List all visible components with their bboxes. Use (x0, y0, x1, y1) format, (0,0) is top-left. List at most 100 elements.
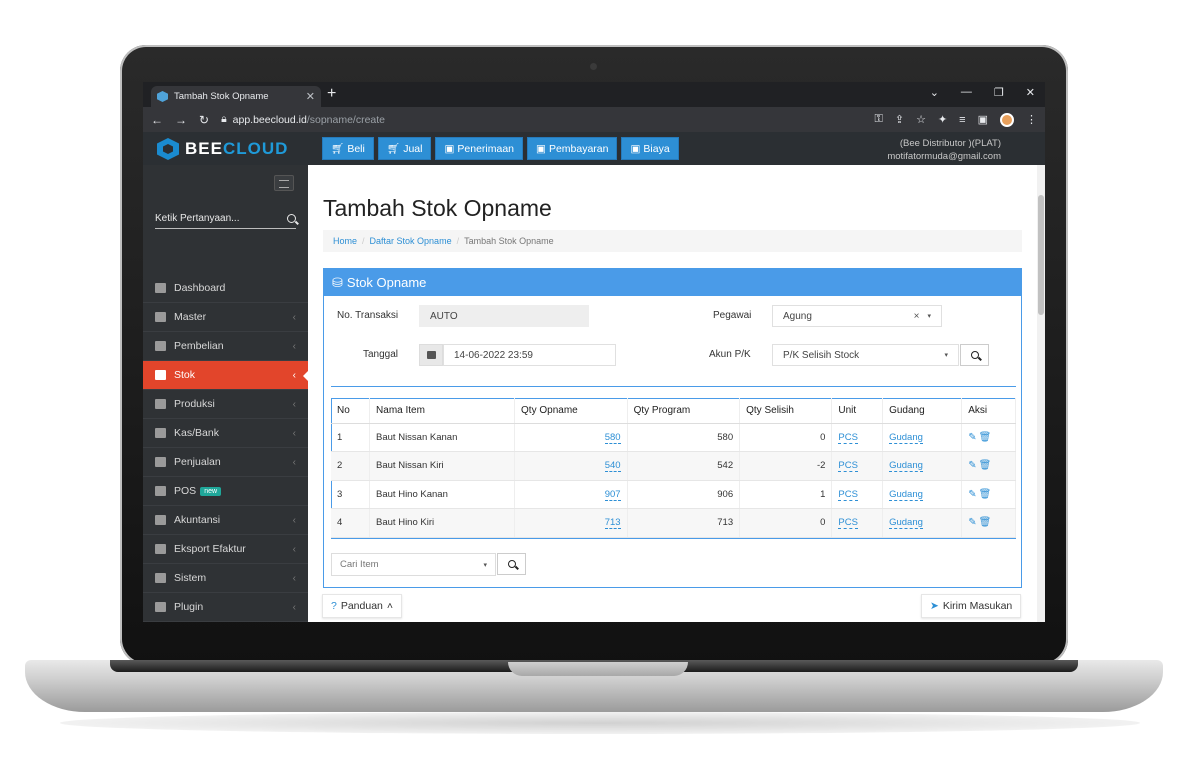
chevron-left-icon: ‹ (292, 543, 296, 555)
breadcrumb-home[interactable]: Home (333, 236, 357, 246)
sidebar-item-kasbank[interactable]: Kas/Bank ‹ (143, 419, 308, 448)
sidebar-item-penjualan[interactable]: Penjualan ‹ (143, 448, 308, 477)
scrollbar[interactable] (1037, 165, 1045, 622)
trash-icon[interactable]: 🗑︎ (979, 460, 994, 471)
calendar-icon[interactable] (419, 344, 443, 366)
trash-icon[interactable]: 🗑︎ (979, 517, 994, 528)
sidebar-item-akuntansi[interactable]: Akuntansi ‹ (143, 506, 308, 535)
chevron-left-icon: ‹ (292, 456, 296, 468)
beli-button[interactable]: 🛒︎ Beli (322, 137, 374, 160)
pegawai-select[interactable]: Agung × ▾ (772, 305, 942, 327)
biaya-button[interactable]: ▣ Biaya (621, 137, 679, 160)
reload-icon[interactable]: ↻ (199, 113, 209, 127)
sidebar-item-dashboard[interactable]: Dashboard (143, 274, 308, 303)
unit-editable[interactable]: PCS (838, 517, 858, 530)
tanggal-field[interactable]: 14-06-2022 23:59 (443, 344, 616, 366)
chevron-left-icon: ‹ (292, 572, 296, 584)
cari-item-select[interactable]: Cari Item ▾ (331, 553, 496, 576)
panduan-label: Panduan (340, 600, 383, 612)
beecloud-logo[interactable]: BEECLOUD (157, 138, 288, 160)
profile-avatar[interactable] (1000, 112, 1014, 127)
unit-editable[interactable]: PCS (838, 431, 858, 444)
chevron-down-icon[interactable]: ⌄ (930, 86, 939, 99)
pegawai-label: Pegawai (713, 310, 752, 321)
qty-opname-editable[interactable]: 580 (604, 431, 621, 444)
scrollbar-thumb[interactable] (1038, 195, 1044, 315)
laptop-screen: Tambah Stok Opname ✕ + ⌄ — ❐ ✕ ← → ↻ 🔒︎ … (143, 82, 1045, 622)
clear-icon[interactable]: × (914, 311, 920, 322)
chart-icon (155, 515, 166, 525)
cart-icon (155, 457, 166, 467)
close-tab-icon[interactable]: ✕ (306, 90, 315, 103)
sidebar-item-plugin[interactable]: Plugin ‹ (143, 593, 308, 622)
sidebar-item-sistem[interactable]: Sistem ‹ (143, 564, 308, 593)
sidebar-item-produksi[interactable]: Produksi ‹ (143, 390, 308, 419)
penerimaan-button[interactable]: ▣ Penerimaan (435, 137, 524, 160)
unit-editable[interactable]: PCS (838, 460, 858, 473)
restore-icon[interactable]: ❐ (994, 86, 1004, 99)
back-icon[interactable]: ← (151, 113, 163, 127)
caret-down-icon[interactable]: ▾ (483, 561, 487, 569)
chevron-left-icon: ‹ (292, 514, 296, 526)
qty-opname-editable[interactable]: 713 (604, 517, 621, 530)
sidebar-item-master[interactable]: Master ‹ (143, 303, 308, 332)
gudang-editable[interactable]: Gudang (889, 517, 923, 530)
address-bar[interactable]: 🔒︎ app.beecloud.id/sopname/create (221, 113, 385, 126)
cari-item-search-button[interactable] (497, 553, 526, 575)
sidebar-item-pos[interactable]: POS new (143, 477, 308, 506)
jual-button[interactable]: 🛒︎ Jual (377, 137, 432, 160)
star-icon[interactable]: ☆ (916, 113, 926, 126)
browser-tabbar: Tambah Stok Opname ✕ + ⌄ — ❐ ✕ (143, 82, 1045, 107)
extensions-icon[interactable]: ✦ (938, 113, 947, 126)
edit-icon[interactable]: ✎ (968, 432, 978, 443)
caret-down-icon[interactable]: ▾ (944, 351, 948, 359)
unit-editable[interactable]: PCS (838, 488, 858, 501)
menu-toggle-icon[interactable] (274, 175, 294, 191)
gudang-editable[interactable]: Gudang (889, 431, 923, 444)
breadcrumb-daftar[interactable]: Daftar Stok Opname (370, 236, 452, 246)
trash-icon[interactable]: 🗑︎ (979, 489, 994, 500)
qty-opname-editable[interactable]: 907 (604, 488, 621, 501)
table-header-row: No Nama Item Qty Opname Qty Program Qty … (331, 398, 1016, 424)
breadcrumb-separator: / (456, 236, 460, 246)
breadcrumb-separator: / (362, 236, 365, 246)
gudang-editable[interactable]: Gudang (889, 460, 923, 473)
cell-selisih: 0 (739, 423, 833, 452)
sidepanel-icon[interactable]: ▣ (978, 113, 988, 126)
kebab-menu-icon[interactable]: ⋮ (1026, 113, 1037, 126)
browser-tab[interactable]: Tambah Stok Opname ✕ (151, 86, 321, 107)
footer-bar: ? Panduan ˄ ➤ Kirim Masukan (308, 589, 1037, 622)
trash-icon[interactable]: 🗑︎ (979, 432, 994, 443)
akun-search-button[interactable] (960, 344, 989, 366)
form-divider (331, 386, 1016, 387)
close-window-icon[interactable]: ✕ (1026, 86, 1035, 99)
forward-icon[interactable]: → (175, 113, 187, 127)
edit-icon[interactable]: ✎ (968, 460, 978, 471)
qty-opname-editable[interactable]: 540 (604, 460, 621, 473)
akun-select[interactable]: P/K Selisih Stock ▾ (772, 344, 959, 366)
new-tab-button[interactable]: + (327, 85, 336, 103)
minimize-icon[interactable]: — (961, 86, 972, 99)
sidebar-item-eksport-efaktur[interactable]: Eksport Efaktur ‹ (143, 535, 308, 564)
gudang-editable[interactable]: Gudang (889, 488, 923, 501)
pembayaran-button[interactable]: ▣ Pembayaran (527, 137, 618, 160)
sidebar-item-label: Penjualan (174, 456, 221, 468)
edit-icon[interactable]: ✎ (968, 489, 978, 500)
media-icon[interactable]: ≡ (959, 114, 965, 126)
share-icon[interactable]: ⇪ (895, 113, 904, 126)
panduan-button[interactable]: ? Panduan ˄ (322, 594, 403, 618)
sidebar-item-pembelian[interactable]: Pembelian ‹ (143, 332, 308, 361)
sidebar-search[interactable]: Ketik Pertanyaan... (155, 209, 296, 229)
kirim-masukan-button[interactable]: ➤ Kirim Masukan (921, 594, 1022, 618)
sidebar-item-stok[interactable]: Stok ‹ (143, 361, 309, 390)
search-icon[interactable] (287, 214, 296, 223)
key-icon[interactable]: ⚿ (874, 113, 882, 126)
panel-title: Stok Opname (346, 275, 427, 290)
caret-down-icon[interactable]: ▾ (927, 312, 931, 320)
sidebar-item-label: Kas/Bank (174, 427, 219, 439)
cell-program: 542 (627, 451, 741, 481)
user-info[interactable]: (Bee Distributor )(PLAT) motifatormuda@g… (887, 137, 1001, 163)
url-host: app.beecloud.id (232, 113, 307, 126)
edit-icon[interactable]: ✎ (968, 517, 978, 528)
cell-nama: Baut Nissan Kanan (369, 423, 516, 452)
